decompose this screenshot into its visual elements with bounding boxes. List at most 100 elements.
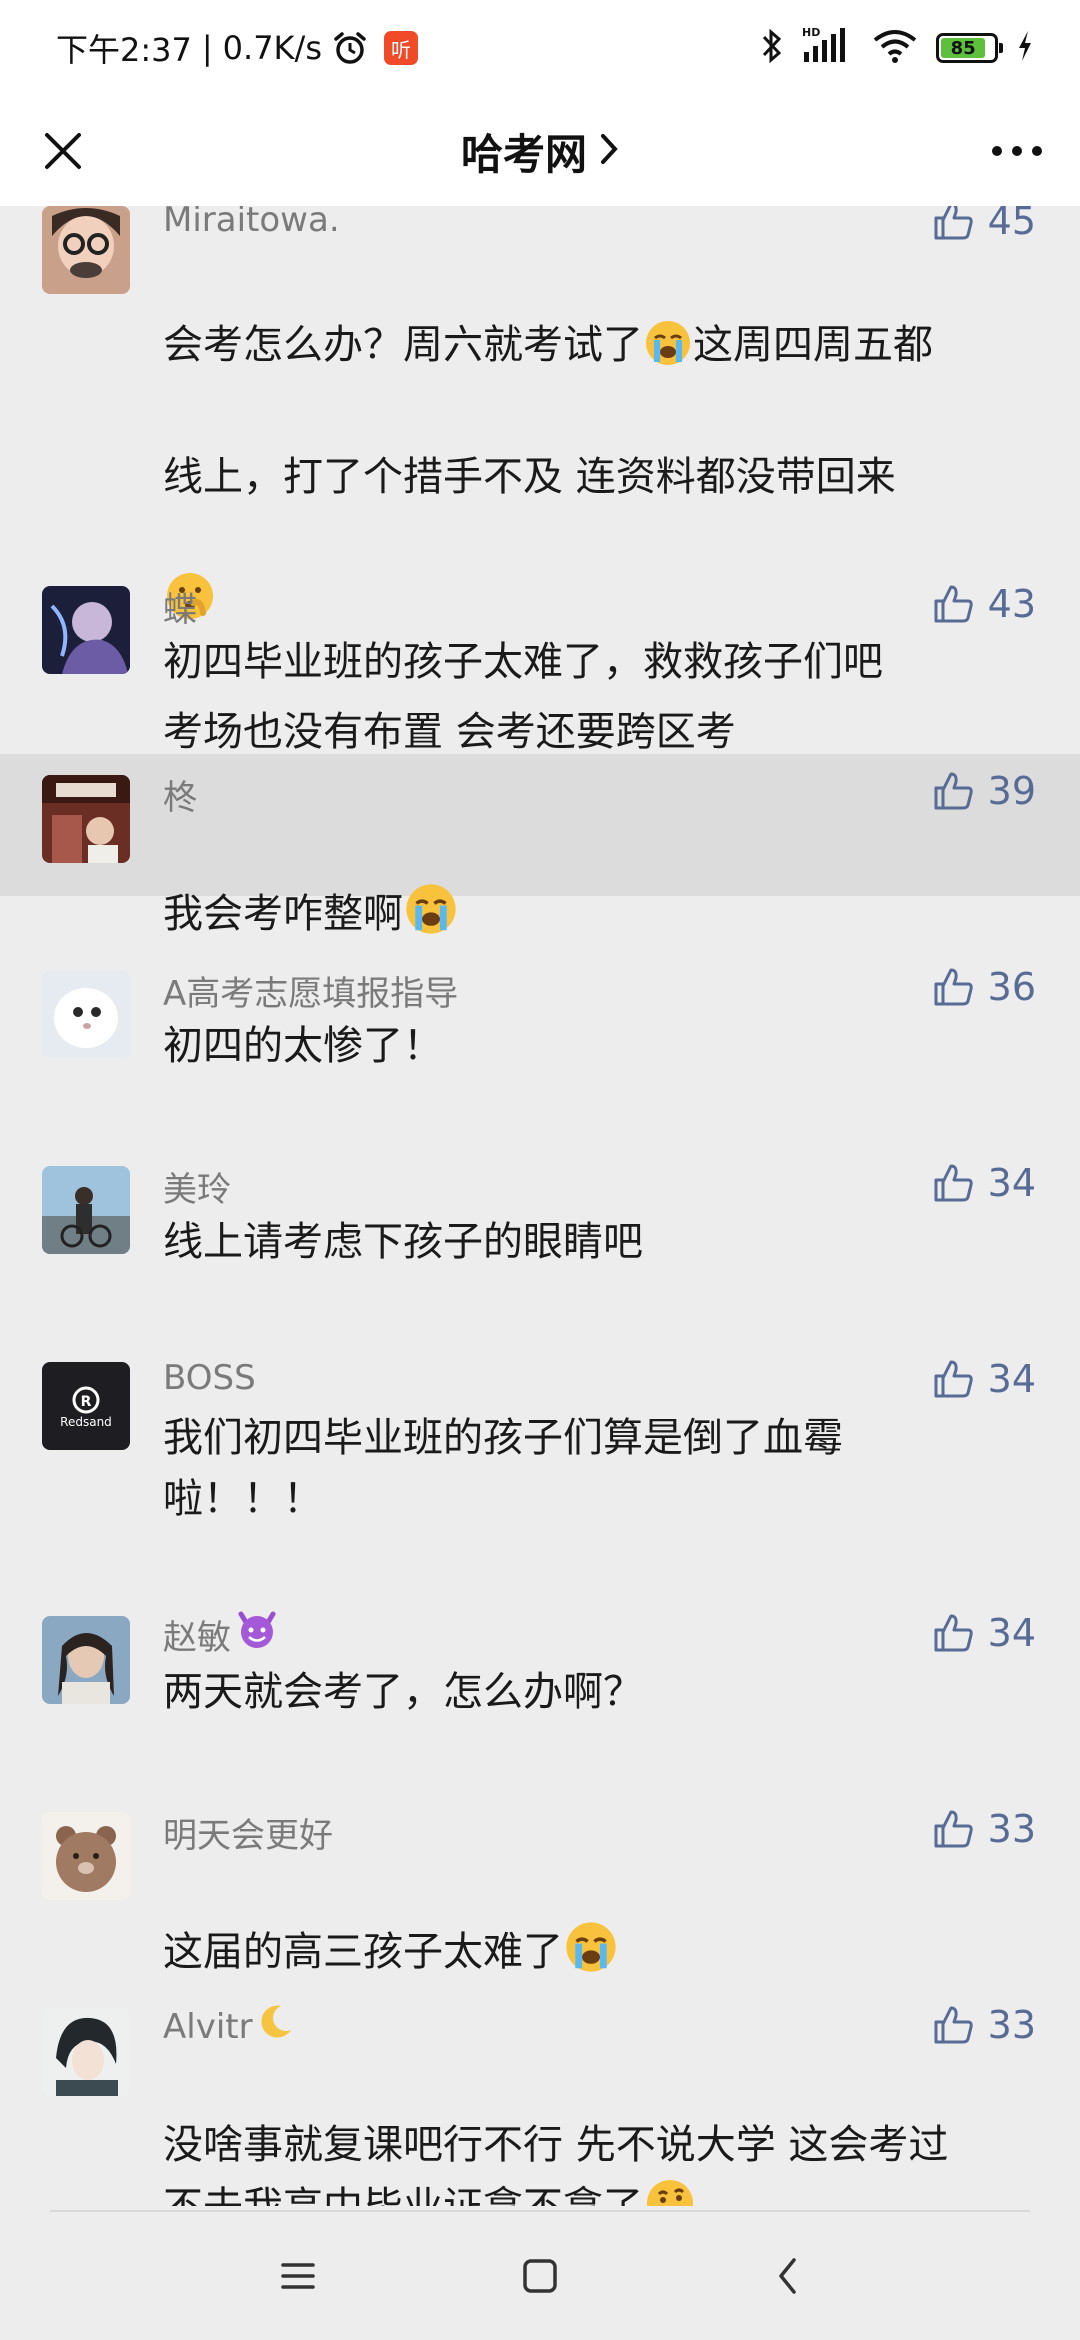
comment-nickname: 明天会更好 [163,1816,333,1856]
menu-lines-icon [281,2263,315,2289]
comment-nickname-wrap: 赵敏 [163,1610,279,1659]
home-button[interactable] [510,2246,570,2306]
like-count: 39 [987,769,1036,813]
chevron-right-icon[interactable] [599,133,619,169]
comment-nickname: 柊 [163,778,197,818]
like-button[interactable]: 34 [932,1159,1036,1207]
thumbs-up-icon [934,1614,973,1652]
thumbs-up-icon [934,2006,973,2044]
app-notification-badge: 听 [383,31,418,65]
wifi-icon [872,28,918,68]
alarm-clock-icon [332,30,368,66]
battery-level: 85 [941,38,986,59]
status-bar: 下午2:37 | 0.7K/s 听 HD 85 [0,0,1080,96]
comment-text-line: 我会考咋整啊 [163,891,403,937]
back-chevron-icon [779,2258,796,2294]
network-speed: 0.7K/s [222,29,322,67]
charging-icon [1016,29,1034,67]
comment-text: 初四毕业班的孩子太难了，救救孩子们吧 [163,639,883,685]
comment-text: 初四的太惨了！ [163,1023,443,1069]
comment-item[interactable]: A高考志愿填报指导 36 初四的太惨了！ [0,946,1080,1106]
comment-text-line: 线上，打了个措手不及 连资料都没带回来 [163,454,896,500]
status-separator: | [201,29,213,67]
avatar[interactable] [42,1812,130,1900]
avatar[interactable] [42,970,130,1058]
svg-text:R: R [81,1394,92,1410]
home-square-icon [523,2259,557,2293]
like-button[interactable]: 33 [932,2001,1036,2049]
comment-nickname: 赵敏 [163,1618,231,1658]
like-button[interactable]: 34 [932,1355,1036,1403]
comment-nickname: 美玲 [163,1170,231,1210]
crying-emoji-icon [403,881,459,955]
comment-text-line: 没啥事就复课吧行不行 先不说大学 这会考过 不去我高中毕业证拿不拿了 [163,2122,949,2206]
close-button[interactable] [30,118,96,184]
avatar[interactable] [42,775,130,863]
comment-text: 两天就会考了，怎么办啊？ [163,1669,643,1715]
comment-item[interactable]: 柊 39 我会考咋整啊 [0,754,1080,937]
like-button[interactable]: 45 [932,206,1036,245]
thumbs-up-icon [934,206,973,240]
status-time: 下午2:37 [56,31,192,69]
like-button[interactable]: 36 [932,963,1036,1011]
menu-button[interactable] [268,2246,328,2306]
more-options-button[interactable] [982,118,1052,184]
comment-item[interactable]: 明天会更好 33 这届的高三孩子太难了 [0,1788,1080,1975]
thumbs-up-icon [934,1810,973,1848]
like-button[interactable]: 33 [932,1805,1036,1853]
comment-text-line: 这周四周五都 [693,322,933,368]
bluetooth-icon [760,27,784,69]
like-button[interactable]: 39 [932,767,1036,815]
comment-nickname: Alvitr [163,2006,253,2047]
avatar[interactable] [42,586,130,674]
system-navigation-bar [0,2212,1080,2340]
comment-text: 我们初四毕业班的孩子们算是倒了血霉 啦！！！ [163,1415,843,1522]
avatar-logo-text: Redsand [60,1415,112,1429]
comment-item[interactable]: 美玲 34 线上请考虑下孩子的眼睛吧 [0,1142,1080,1302]
comment-text: 我会考咋整啊 [163,820,1043,955]
thumbs-up-icon [934,585,973,623]
svg-text:HD: HD [802,26,820,39]
like-count: 33 [987,1807,1036,1851]
like-count: 34 [987,1357,1036,1401]
comment-item[interactable]: 蝶 43 初四毕业班的孩子太难了，救救孩子们吧 [0,568,1080,758]
battery-icon: 85 [936,33,1003,63]
like-count: 36 [987,965,1036,1009]
like-count: 34 [987,1161,1036,1205]
comment-item[interactable]: R Redsand BOSS 34 我们初四毕业班的孩子们算是倒了血霉 啦！！！ [0,1338,1080,1558]
avatar[interactable]: R Redsand [42,1362,130,1450]
thumbs-up-icon [934,968,973,1006]
crying-emoji-icon [643,318,693,386]
comment-text-line: 会考怎么办？周六就考试了 [163,322,643,368]
comment-item[interactable]: Alvitr 33 没啥事就复课吧行不行 先不说大学 这会考过 不去我高中毕业证… [0,1984,1080,2206]
avatar[interactable] [42,1166,130,1254]
comment-text-line: 这届的高三孩子太难了 [163,1929,563,1975]
devil-emoji-icon [235,1610,279,1659]
comment-nickname: 蝶 [163,590,197,630]
comment-nickname: A高考志愿填报指导 [163,974,459,1014]
like-count: 43 [987,582,1036,626]
thinking-emoji-icon [643,2176,697,2206]
status-right: HD 85 [760,24,1034,72]
close-icon [45,133,81,169]
like-count: 34 [987,1611,1036,1655]
comment-text: 这届的高三孩子太难了 [163,1858,1043,1993]
more-dots-icon [992,146,1042,156]
crying-emoji-icon [563,1919,619,1993]
back-button[interactable] [758,2246,818,2306]
comment-list[interactable]: Miraitowa. 45 会考怎么办？周六就考试了 这周四周五都 线上，打了个措… [0,206,1080,2206]
comment-item[interactable]: 赵敏 34 两天就会考了，怎么办啊？ [0,1592,1080,1752]
avatar[interactable] [42,206,130,294]
like-button[interactable]: 43 [932,580,1036,628]
status-left: 下午2:37 | 0.7K/s 听 [56,24,418,72]
comment-item[interactable]: Miraitowa. 45 会考怎么办？周六就考试了 这周四周五都 线上，打了个措… [0,206,1080,755]
avatar[interactable] [42,1616,130,1704]
thumbs-up-icon [934,772,973,810]
comment-nickname-wrap: Alvitr [163,2002,295,2051]
avatar[interactable] [42,2008,130,2096]
crescent-moon-icon [255,2002,295,2051]
page-title[interactable]: 哈考网 [461,121,587,182]
like-button[interactable]: 34 [932,1609,1036,1657]
comment-text: 没啥事就复课吧行不行 先不说大学 这会考过 不去我高中毕业证拿不拿了 [163,2054,1043,2206]
nav-title-area: 哈考网 [0,96,1080,206]
